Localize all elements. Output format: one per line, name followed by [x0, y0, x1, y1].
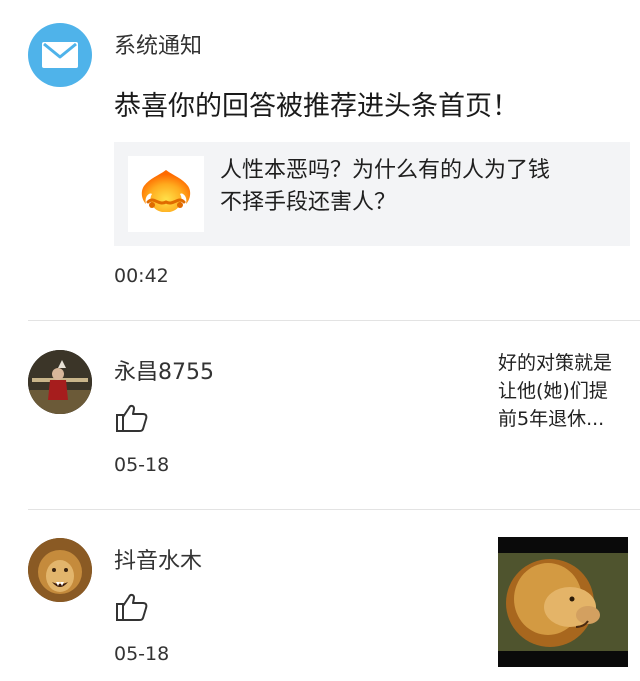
avatar[interactable]: [28, 350, 92, 414]
comment-preview-line: 让他(她)们提: [498, 380, 608, 402]
notification-sender: 系统通知: [114, 34, 203, 59]
quoted-question-text: 人性本恶吗？为什么有的人为了钱 不择手段还害人？: [220, 155, 616, 219]
comment-preview-text[interactable]: 好的对策就是 让他(她)们提 前5年退休...: [498, 349, 628, 433]
golden-headband-icon: [128, 156, 204, 232]
thumbs-up-icon[interactable]: [114, 589, 150, 625]
thumbs-up-icon[interactable]: [114, 400, 150, 436]
comment-time: 05-18: [114, 643, 170, 665]
quoted-question-line: 人性本恶吗？为什么有的人为了钱: [220, 158, 551, 183]
comment-time: 05-18: [114, 454, 170, 476]
quoted-question-card[interactable]: 人性本恶吗？为什么有的人为了钱 不择手段还害人？: [114, 142, 630, 246]
notification-message: 恭喜你的回答被推荐进头条首页！: [114, 91, 519, 122]
quoted-question-line: 不择手段还害人？: [220, 190, 397, 215]
mail-icon: [28, 23, 92, 87]
avatar[interactable]: [28, 538, 92, 602]
lion-image[interactable]: [498, 537, 628, 667]
comment-preview-line: 好的对策就是: [498, 352, 613, 374]
comment-preview-line: 前5年退休...: [498, 408, 605, 430]
comment-author[interactable]: 抖音水木: [114, 543, 202, 575]
notification-time: 00:42: [114, 265, 169, 287]
comment-author[interactable]: 永昌8755: [114, 354, 214, 386]
system-notification-item[interactable]: 系统通知 恭喜你的回答被推荐进头条首页！ 人性本恶吗？为什么有的人为了钱 不择手…: [0, 0, 640, 320]
